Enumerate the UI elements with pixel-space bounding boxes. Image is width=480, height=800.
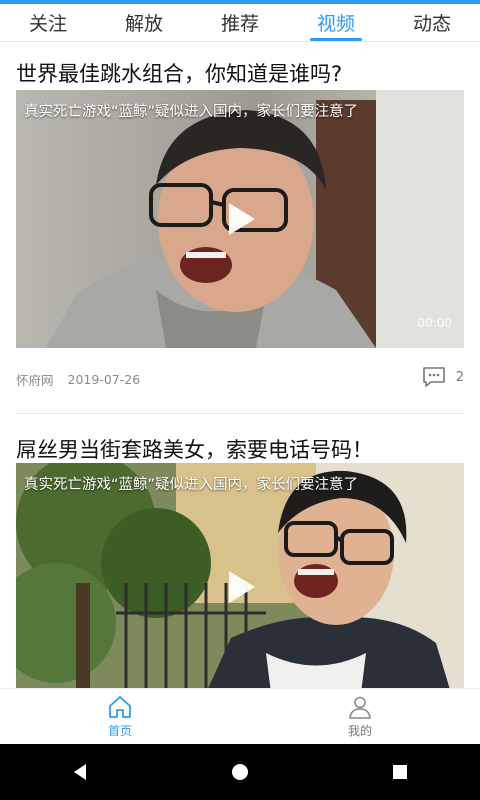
- feed-card[interactable]: 屌丝男当街套路美女，索要电话号码！ 真实死亡游戏“蓝鲸”疑似进入国内，家长们要注…: [0, 414, 480, 688]
- video-overlay-title: 真实死亡游戏“蓝鲸”疑似进入国内，家长们要注意了: [24, 104, 359, 120]
- tab-video[interactable]: 视频: [288, 4, 384, 41]
- nav-profile-label: 我的: [347, 724, 372, 738]
- back-triangle-icon: [74, 764, 86, 780]
- user-icon: [349, 696, 371, 719]
- recents-button[interactable]: [380, 752, 420, 792]
- comment-icon: [422, 367, 445, 387]
- video-overlay-title: 真实死亡游戏“蓝鲸”疑似进入国内，家长们要注意了: [24, 477, 359, 493]
- recents-square-icon: [393, 765, 407, 779]
- home-icon: [109, 696, 131, 718]
- tab-recommend[interactable]: 推荐: [192, 4, 288, 41]
- bottom-nav: 首页 我的: [0, 688, 480, 744]
- video-duration: 00:00: [417, 316, 452, 330]
- date-label: 2019-07-26: [67, 372, 141, 387]
- back-button[interactable]: [60, 752, 100, 792]
- play-icon[interactable]: [229, 203, 255, 235]
- system-nav-bar: [0, 744, 480, 800]
- video-feed[interactable]: 世界最佳跳水组合，你知道是谁吗? 真实死亡游戏“蓝鲸”疑似进入国内，家长们要注意…: [0, 42, 480, 688]
- feed-card[interactable]: 世界最佳跳水组合，你知道是谁吗? 真实死亡游戏“蓝鲸”疑似进入国内，家长们要注意…: [0, 42, 480, 414]
- tab-dynamics[interactable]: 动态: [384, 4, 480, 41]
- home-circle-icon: [232, 764, 248, 780]
- comments-button[interactable]: 2: [422, 366, 464, 388]
- comment-count: 2: [455, 369, 464, 385]
- nav-home-label: 首页: [107, 724, 132, 738]
- video-player[interactable]: 真实死亡游戏“蓝鲸”疑似进入国内，家长们要注意了 00:00: [16, 90, 464, 348]
- source-label: 怀府网: [16, 373, 54, 388]
- card-meta: 怀府网 2019-07-26: [16, 370, 140, 389]
- tab-follow[interactable]: 关注: [0, 4, 96, 41]
- video-player[interactable]: 真实死亡游戏“蓝鲸”疑似进入国内，家长们要注意了: [16, 463, 464, 688]
- tab-liberation[interactable]: 解放: [96, 4, 192, 41]
- play-icon[interactable]: [229, 571, 255, 603]
- nav-profile[interactable]: 我的: [240, 689, 480, 744]
- nav-home[interactable]: 首页: [0, 689, 240, 744]
- home-system-button[interactable]: [220, 752, 260, 792]
- top-tab-bar: 关注 解放 推荐 视频 动态: [0, 4, 480, 42]
- card-title[interactable]: 世界最佳跳水组合，你知道是谁吗?: [16, 58, 342, 88]
- card-title[interactable]: 屌丝男当街套路美女，索要电话号码！: [16, 434, 373, 464]
